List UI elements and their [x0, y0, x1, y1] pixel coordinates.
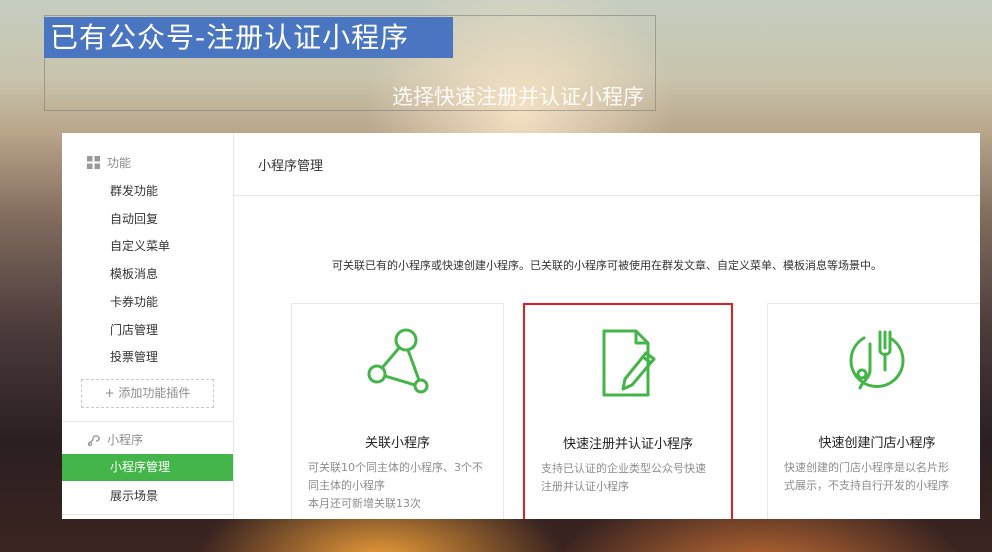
card-description-line: 同主体的小程序	[308, 479, 385, 492]
card-title: 快速注册并认证小程序	[562, 437, 693, 452]
register-doc-icon	[596, 327, 660, 405]
page-title: 小程序管理	[258, 159, 324, 174]
main-header: 小程序管理	[234, 133, 980, 196]
link-miniprogram-card[interactable]: 关联小程序 可关联10个同主体的小程序、3个不 同主体的小程序 本月还可新增关联…	[291, 303, 504, 519]
slide-subtitle: 选择快速注册并认证小程序	[392, 85, 644, 109]
sidebar-item-auto-reply[interactable]: 自动回复	[62, 206, 233, 233]
admin-window: 功能 群发功能 自动回复 自定义菜单 模板消息 卡券功能 门店管理 投票管理 +…	[62, 133, 980, 519]
link-nodes-icon	[365, 326, 431, 402]
store-fork-icon	[842, 326, 912, 400]
sidebar-section-label: 小程序	[107, 433, 144, 447]
sidebar-item-custom-menu[interactable]: 自定义菜单	[62, 233, 233, 260]
store-miniprogram-card[interactable]: 快速创建门店小程序 快速创建的门店小程序是以名片形 式展示，不支持自行开发的小程…	[767, 303, 980, 519]
sidebar-section-features: 功能	[87, 154, 131, 172]
sidebar: 功能 群发功能 自动回复 自定义菜单 模板消息 卡券功能 门店管理 投票管理 +…	[62, 133, 234, 519]
card-description-line: 可关联10个同主体的小程序、3个不	[308, 461, 483, 474]
card-description-line: 式展示，不支持自行开发的小程序	[784, 479, 949, 492]
sidebar-item-coupons[interactable]: 卡券功能	[62, 289, 233, 316]
sidebar-divider	[62, 421, 233, 422]
card-description: 快速创建的门店小程序是以名片形 式展示，不支持自行开发的小程序	[784, 459, 970, 495]
grid-icon	[87, 156, 100, 174]
card-description-line: 支持已认证的企业类型公众号快速	[541, 462, 706, 475]
quick-register-card[interactable]: 快速注册并认证小程序 支持已认证的企业类型公众号快速 注册并认证小程序	[523, 303, 733, 519]
sidebar-section-label: 功能	[107, 156, 132, 170]
card-description: 可关联10个同主体的小程序、3个不 同主体的小程序 本月还可新增关联13次	[308, 459, 487, 513]
sidebar-item-mass-send[interactable]: 群发功能	[62, 178, 233, 205]
sidebar-item-miniprogram-management[interactable]: 小程序管理	[62, 454, 233, 481]
sidebar-item-template-message[interactable]: 模板消息	[62, 261, 233, 288]
sidebar-divider	[62, 514, 233, 515]
card-description: 支持已认证的企业类型公众号快速 注册并认证小程序	[541, 460, 715, 496]
card-title: 快速创建门店小程序	[818, 436, 936, 451]
card-title: 关联小程序	[364, 436, 430, 451]
miniprogram-icon	[87, 433, 101, 452]
slide-title: 已有公众号-注册认证小程序	[50, 21, 410, 54]
sidebar-section-miniprogram: 小程序	[87, 431, 143, 449]
sidebar-item-display-scenes[interactable]: 展示场景	[62, 483, 233, 510]
sidebar-item-vote-management[interactable]: 投票管理	[62, 344, 233, 371]
page-description: 可关联已有的小程序或快速创建小程序。已关联的小程序可被使用在群发文章、自定义菜单…	[332, 259, 882, 272]
sidebar-item-store-management[interactable]: 门店管理	[62, 317, 233, 344]
card-description-line: 注册并认证小程序	[541, 480, 629, 493]
card-description-line: 本月还可新增关联13次	[308, 497, 421, 510]
add-plugin-button[interactable]: + 添加功能插件	[81, 379, 214, 408]
card-description-line: 快速创建的门店小程序是以名片形	[784, 461, 949, 474]
